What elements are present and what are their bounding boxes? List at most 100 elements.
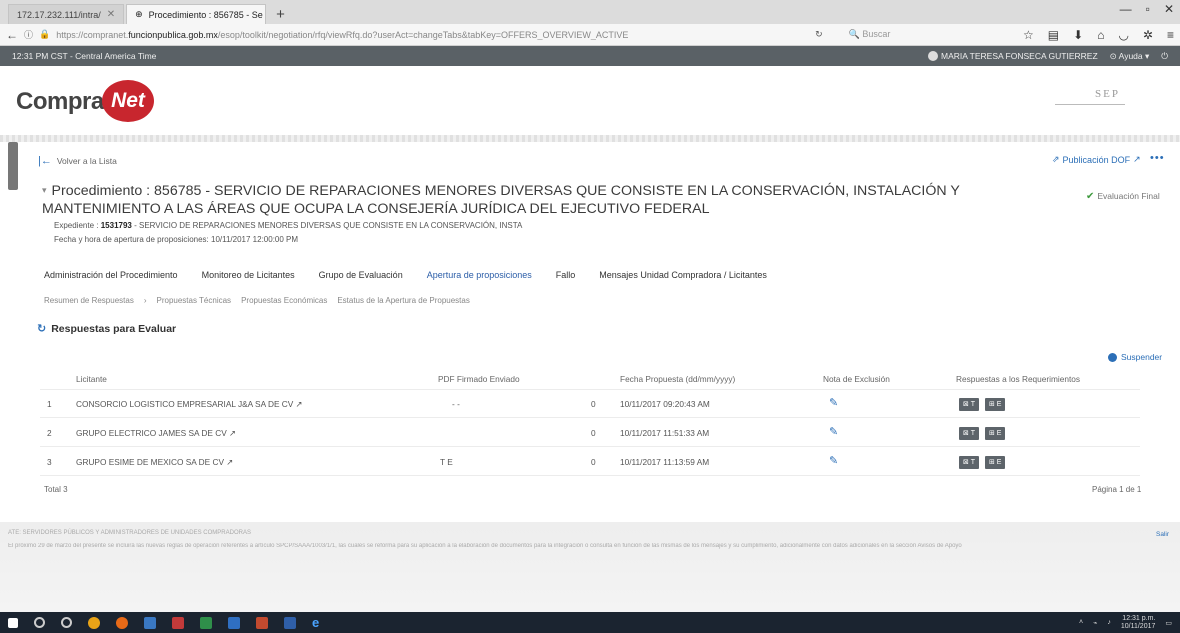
close-tab-icon[interactable]: ✕ — [107, 9, 115, 20]
btn-t-label: T — [970, 430, 975, 437]
external-link-icon: ↗ — [229, 428, 237, 438]
menu-icon[interactable]: ≡ — [1167, 28, 1174, 42]
refresh-icon[interactable]: ↻ — [37, 322, 46, 335]
subtab-tecnicas[interactable]: Propuestas Técnicas — [157, 296, 232, 305]
dof-publication-link[interactable]: ⇗ Publicación DOF ↗ — [1052, 154, 1141, 165]
help-label: Ayuda — [1118, 50, 1143, 61]
outlook-icon[interactable] — [228, 616, 240, 629]
more-options-button[interactable]: ••• — [1150, 152, 1165, 164]
network-icon[interactable]: ⌁ — [1093, 619, 1097, 627]
col-header-fecha[interactable]: Fecha Propuesta (dd/mm/yyyy) — [620, 374, 735, 384]
pocket-icon[interactable]: ◡ — [1118, 28, 1128, 42]
power-icon[interactable]: ⏻ — [1161, 51, 1168, 62]
subtab-resumen[interactable]: Resumen de Respuestas — [44, 296, 134, 305]
opening-info: Fecha y hora de apertura de proposicione… — [54, 235, 298, 244]
system-tray: ˄ ⌁ ♪ 12:31 p.m. 10/11/2017 ▭ — [1079, 615, 1172, 631]
new-tab-button[interactable]: + — [268, 4, 293, 24]
word-icon[interactable] — [284, 616, 296, 629]
chrome-icon[interactable] — [88, 616, 100, 629]
agency-logo: SEP — [1095, 88, 1120, 100]
reload-icon[interactable]: ↻ — [815, 29, 823, 40]
minimize-icon[interactable]: — — [1120, 2, 1132, 16]
subtab-estatus[interactable]: Estatus de la Apertura de Propuestas — [337, 296, 470, 305]
tab-mensajes[interactable]: Mensajes Unidad Compradora / Licitantes — [599, 270, 767, 284]
col-header-pdf[interactable]: PDF Firmado Enviado — [438, 374, 520, 384]
footer-link[interactable]: Salir — [1156, 531, 1169, 538]
edit-note-icon[interactable]: ✎ — [829, 396, 838, 409]
firefox-icon[interactable] — [116, 616, 128, 629]
bidder-link[interactable]: CONSORCIO LOGISTICO EMPRESARIAL J&A SA D… — [76, 399, 303, 409]
row-number: 1 — [47, 399, 52, 409]
address-bar: ← ⓘ 🔒 https://compranet.funcionpublica.g… — [0, 24, 1180, 46]
search-field[interactable]: 🔍 Buscar — [849, 29, 1017, 40]
economic-response-button[interactable]: ⊞ E — [984, 456, 1006, 469]
publication-icon: ⇗ — [1052, 154, 1060, 164]
tab-fallo[interactable]: Fallo — [556, 270, 576, 284]
subtab-economicas[interactable]: Propuestas Económicas — [241, 296, 327, 305]
pdf-reader-icon[interactable] — [172, 616, 184, 629]
info-icon[interactable]: ⓘ — [24, 28, 33, 41]
volume-icon[interactable]: ♪ — [1107, 619, 1111, 626]
technical-response-button[interactable]: ⊠ T — [959, 427, 979, 440]
user-name: MARIA TERESA FONSECA GUTIERREZ — [941, 50, 1098, 61]
tray-chevron-icon[interactable]: ˄ — [1079, 619, 1083, 626]
download-icon[interactable]: ⬇ — [1073, 28, 1083, 42]
col-header-respuestas[interactable]: Respuestas a los Requerimientos — [956, 374, 1080, 384]
url-field[interactable]: https://compranet.funcionpublica.gob.mx/… — [56, 30, 809, 40]
back-arrow-icon[interactable]: ← — [6, 28, 18, 42]
expediente-number: 1531793 — [100, 221, 132, 230]
logo-net-badge: Net — [102, 80, 154, 122]
bidder-link[interactable]: GRUPO ESIME DE MEXICO SA DE CV ↗ — [76, 457, 233, 467]
compranet-logo[interactable]: Compra Net — [16, 78, 161, 122]
file-explorer-icon[interactable] — [144, 616, 156, 629]
col-header-licitante[interactable]: Licitante — [76, 374, 107, 384]
economic-response-button[interactable]: ⊞ E — [984, 427, 1006, 440]
browser-tabbar: 172.17.232.111/intra/ ✕ ⊕ Procedimiento … — [0, 0, 1180, 24]
powerpoint-icon[interactable] — [256, 616, 268, 629]
economic-response-button[interactable]: ⊞ E — [984, 398, 1006, 411]
current-time: 12:31 PM CST - Central America Time — [12, 51, 157, 61]
back-arrow-icon: |← — [38, 155, 52, 167]
technical-response-button[interactable]: ⊠ T — [959, 456, 979, 469]
help-menu[interactable]: ⊙ Ayuda ▾ — [1110, 51, 1150, 62]
tab-apertura[interactable]: Apertura de proposiciones — [427, 270, 532, 284]
task-view-icon[interactable] — [61, 617, 72, 628]
collapse-chevron-icon[interactable]: ▾ — [42, 185, 47, 195]
windows-start-icon[interactable] — [8, 617, 18, 628]
browser-tab-1[interactable]: 172.17.232.111/intra/ ✕ — [8, 4, 125, 24]
agency-logo-underline — [1055, 104, 1125, 105]
clipboard-icon[interactable]: ▤ — [1048, 28, 1059, 42]
subtab-separator: › — [143, 296, 147, 305]
maximize-icon[interactable]: ▫ — [1146, 2, 1150, 16]
technical-response-button[interactable]: ⊠ T — [959, 398, 979, 411]
tab-administracion[interactable]: Administración del Procedimiento — [44, 270, 178, 284]
user-menu[interactable]: MARIA TERESA FONSECA GUTIERREZ — [928, 51, 1098, 62]
footer-notice-title: ATE: SERVIDORES PÚBLICOS Y ADMINISTRADOR… — [8, 530, 251, 536]
col-header-nota[interactable]: Nota de Exclusión — [823, 374, 890, 384]
edit-note-icon[interactable]: ✎ — [829, 425, 838, 438]
close-window-icon[interactable]: ✕ — [1164, 2, 1174, 16]
clock[interactable]: 12:31 p.m. 10/11/2017 — [1121, 615, 1156, 631]
home-icon[interactable]: ⌂ — [1097, 28, 1104, 42]
section-title: Respuestas para Evaluar — [51, 322, 177, 335]
tab-monitoreo[interactable]: Monitoreo de Licitantes — [202, 270, 295, 284]
page-indicator: Página 1 de 1 — [1092, 485, 1142, 494]
window-controls: — ▫ ✕ — [1120, 2, 1174, 16]
tab-grupo-evaluacion[interactable]: Grupo de Evaluación — [319, 270, 403, 284]
pdf-count: 0 — [591, 457, 596, 467]
back-to-list-link[interactable]: |← Volver a la Lista — [38, 155, 117, 167]
edge-icon[interactable]: e — [312, 615, 319, 630]
cortana-icon[interactable] — [34, 617, 45, 628]
section-header: ↻ Respuestas para Evaluar — [37, 322, 177, 336]
edit-note-icon[interactable]: ✎ — [829, 454, 838, 467]
side-panel-handle[interactable] — [8, 142, 18, 190]
browser-tab-2[interactable]: ⊕ Procedimiento : 856785 - Se ✕ — [126, 4, 267, 24]
notifications-icon[interactable]: ▭ — [1165, 619, 1172, 627]
proposal-date: 10/11/2017 11:13:59 AM — [620, 457, 710, 467]
excel-icon[interactable] — [200, 616, 212, 629]
bookmark-star-icon[interactable]: ☆ — [1023, 28, 1034, 42]
bidder-link[interactable]: GRUPO ELECTRICO JAMES SA DE CV ↗ — [76, 428, 236, 438]
suspend-button[interactable]: Suspender — [1108, 352, 1162, 362]
row-divider — [40, 475, 1140, 476]
extension-icon[interactable]: ✲ — [1143, 28, 1153, 42]
